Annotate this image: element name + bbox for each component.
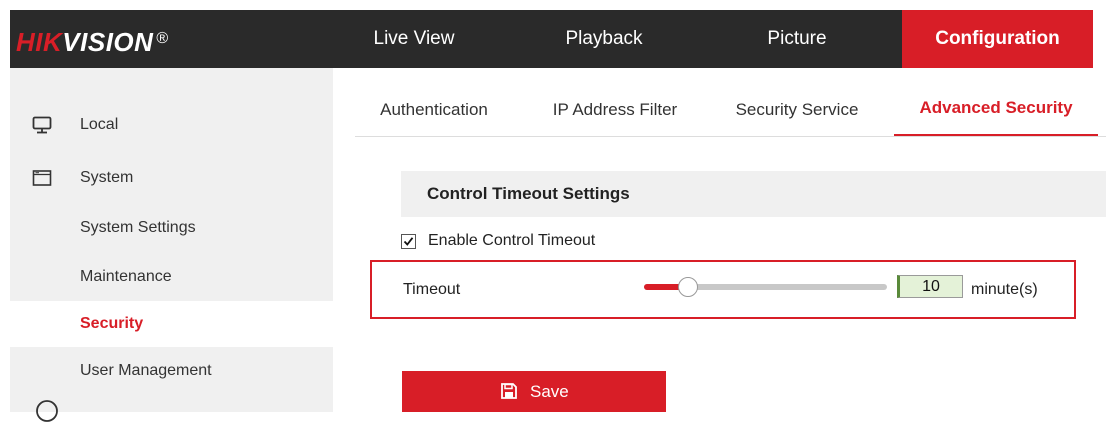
sidebar-item-system[interactable]: System	[10, 155, 333, 201]
hikvision-logo: HIKVISION ®	[16, 24, 169, 57]
sidebar-item-label: System	[80, 169, 134, 186]
top-nav-bar: HIKVISION ® Live View Playback Picture Co…	[10, 10, 1093, 68]
nav-playback[interactable]: Playback	[544, 10, 664, 68]
timeout-label: Timeout	[403, 281, 461, 298]
sidebar: Local System System Settings Maintenance…	[10, 68, 333, 422]
timeout-slider-thumb[interactable]	[678, 277, 698, 297]
nav-live-view[interactable]: Live View	[354, 10, 474, 68]
checkmark-icon	[403, 237, 414, 246]
tab-authentication[interactable]: Authentication	[367, 82, 501, 136]
tab-advanced-security[interactable]: Advanced Security	[894, 82, 1098, 136]
enable-control-timeout-checkbox[interactable]	[401, 234, 416, 249]
sidebar-item-maintenance[interactable]: Maintenance	[10, 254, 333, 300]
logo-text-vision: VISION	[62, 27, 154, 57]
monitor-icon	[32, 116, 52, 134]
sidebar-item-label: Security	[80, 315, 144, 332]
sidebar-item-label: Maintenance	[80, 268, 172, 285]
sidebar-item-system-settings[interactable]: System Settings	[10, 205, 333, 251]
timeout-value-input[interactable]	[897, 275, 963, 298]
sidebar-item-label: System Settings	[80, 219, 196, 236]
tab-bar: Authentication IP Address Filter Securit…	[355, 82, 1106, 137]
sidebar-item-label: User Management	[80, 362, 212, 379]
logo-text-hik: HIK	[16, 27, 63, 57]
save-button[interactable]: Save	[402, 371, 666, 412]
sidebar-item-security[interactable]: Security	[10, 301, 333, 347]
section-header: Control Timeout Settings	[401, 171, 1106, 217]
sidebar-item-label: Local	[80, 116, 119, 133]
timeout-unit-label: minute(s)	[971, 281, 1038, 298]
enable-control-timeout-label: Enable Control Timeout	[428, 232, 596, 249]
floppy-disk-icon	[501, 383, 517, 399]
sidebar-item-user-management[interactable]: User Management	[10, 348, 333, 394]
network-icon	[36, 400, 58, 422]
save-button-label: Save	[530, 382, 569, 401]
tab-ip-address-filter[interactable]: IP Address Filter	[531, 82, 699, 136]
tab-security-service[interactable]: Security Service	[721, 82, 873, 136]
section-title: Control Timeout Settings	[427, 184, 630, 203]
sidebar-item-local[interactable]: Local	[10, 102, 333, 148]
nav-configuration[interactable]: Configuration	[902, 10, 1093, 68]
registered-mark: ®	[156, 30, 169, 47]
window-icon	[32, 170, 52, 186]
nav-picture[interactable]: Picture	[737, 10, 857, 68]
